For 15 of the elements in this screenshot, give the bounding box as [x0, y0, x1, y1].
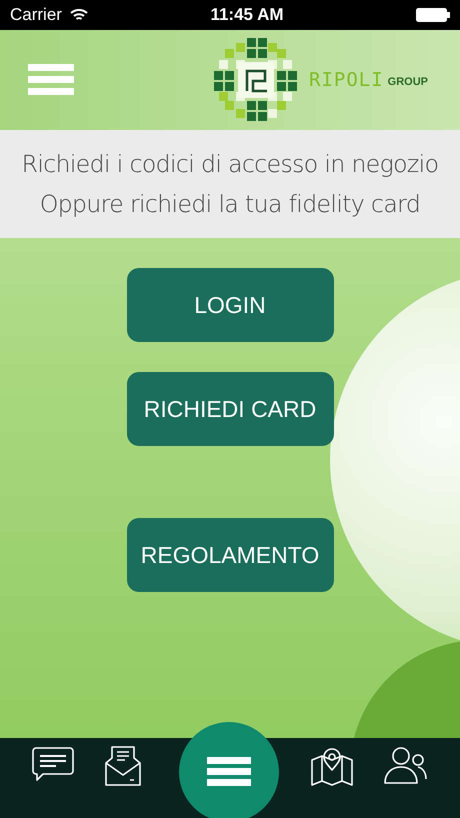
map-pin-icon[interactable]	[310, 746, 353, 786]
logo-group: GROUP	[388, 74, 428, 90]
users-icon[interactable]	[384, 746, 428, 786]
action-button[interactable]: REGOLAMENTO	[126, 518, 334, 592]
action-button[interactable]: RICHIEDI CARD	[126, 372, 334, 446]
clock-time: 11:45 AM	[210, 4, 284, 26]
action-button[interactable]: LOGIN	[126, 268, 334, 342]
battery-icon	[416, 8, 450, 22]
menu-icon	[206, 757, 251, 787]
info-text: Richiedi i codici di accesso in negozio	[22, 149, 438, 180]
carrier-label: Carrier	[10, 4, 62, 26]
logo-name: RIPOLI	[309, 68, 384, 93]
info-text: Oppure richiedi la tua fidelity card	[40, 189, 420, 220]
wifi-icon	[70, 8, 88, 22]
chat-icon[interactable]	[32, 746, 74, 782]
